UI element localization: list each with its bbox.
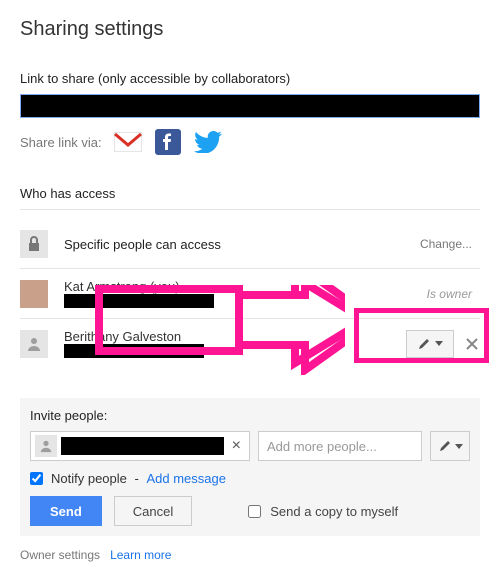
invite-section: Invite people: × Add more people... Noti… <box>20 398 480 536</box>
person-icon <box>35 435 57 457</box>
access-scope-text: Specific people can access <box>64 237 420 252</box>
access-collaborator-row: Berithany Galveston <box>20 319 480 368</box>
redacted-email <box>64 344 204 358</box>
invite-label: Invite people: <box>30 408 470 423</box>
remove-person-button[interactable] <box>464 336 480 352</box>
divider <box>20 209 480 210</box>
caret-down-icon <box>435 341 443 346</box>
invitee-chip[interactable]: × <box>30 431 250 461</box>
who-has-access-heading: Who has access <box>20 186 480 201</box>
add-people-placeholder: Add more people... <box>267 439 377 454</box>
send-button[interactable]: Send <box>30 496 102 526</box>
person-icon <box>20 330 48 358</box>
owner-role-label: Is owner <box>427 287 472 301</box>
lock-icon <box>20 230 48 258</box>
redacted-email <box>64 294 214 308</box>
cancel-button[interactable]: Cancel <box>114 496 192 526</box>
caret-down-icon <box>455 444 463 449</box>
avatar <box>20 280 48 308</box>
redacted-chip-text <box>61 437 224 455</box>
person-name: Berithany Galveston <box>64 329 406 344</box>
share-via-label: Share link via: <box>20 135 102 150</box>
send-copy-checkbox[interactable] <box>248 505 261 518</box>
change-access-link[interactable]: Change... <box>420 237 472 251</box>
add-message-link[interactable]: Add message <box>146 471 226 486</box>
access-scope-row: Specific people can access Change... <box>20 220 480 269</box>
owner-settings-label: Owner settings <box>20 548 100 562</box>
facebook-icon[interactable] <box>154 128 182 156</box>
send-copy-label: Send a copy to myself <box>270 504 398 519</box>
access-owner-row: Kat Armstrong (you) Is owner <box>20 269 480 319</box>
learn-more-link[interactable]: Learn more <box>110 548 171 562</box>
permission-dropdown[interactable] <box>406 330 454 358</box>
person-name: Kat Armstrong (you) <box>64 279 427 294</box>
dialog-title: Sharing settings <box>20 18 480 41</box>
share-link-input[interactable] <box>20 94 480 118</box>
twitter-icon[interactable] <box>194 128 222 156</box>
gmail-icon[interactable] <box>114 128 142 156</box>
invite-permission-dropdown[interactable] <box>430 431 470 461</box>
notify-people-checkbox[interactable] <box>30 472 43 485</box>
link-share-label: Link to share (only accessible by collab… <box>20 71 480 86</box>
pencil-icon <box>417 337 431 351</box>
notify-people-label: Notify people <box>51 471 127 486</box>
pencil-icon <box>438 439 452 453</box>
remove-chip-button[interactable]: × <box>228 437 245 455</box>
close-icon <box>466 338 478 350</box>
add-people-input[interactable]: Add more people... <box>258 431 422 461</box>
